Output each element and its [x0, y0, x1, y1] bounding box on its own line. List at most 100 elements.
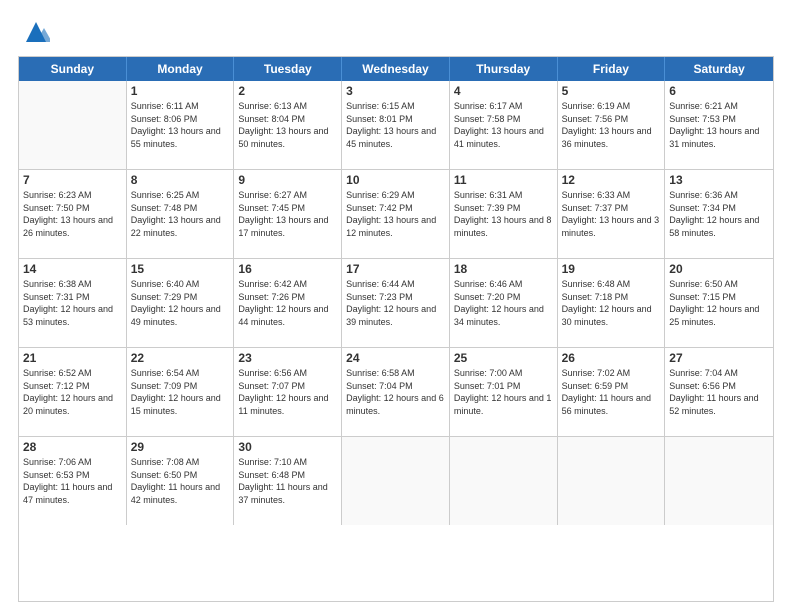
cell-info: Sunrise: 6:13 AMSunset: 8:04 PMDaylight:…: [238, 100, 337, 150]
calendar-cell: 26 Sunrise: 7:02 AMSunset: 6:59 PMDayligh…: [558, 348, 666, 436]
day-number: 26: [562, 351, 661, 365]
cell-info: Sunrise: 7:04 AMSunset: 6:56 PMDaylight:…: [669, 367, 769, 417]
day-number: 6: [669, 84, 769, 98]
day-number: 13: [669, 173, 769, 187]
calendar-cell: [450, 437, 558, 525]
day-number: 19: [562, 262, 661, 276]
calendar-cell: 23 Sunrise: 6:56 AMSunset: 7:07 PMDayligh…: [234, 348, 342, 436]
cell-info: Sunrise: 6:56 AMSunset: 7:07 PMDaylight:…: [238, 367, 337, 417]
day-number: 16: [238, 262, 337, 276]
calendar-cell: 12Sunrise: 6:33 AMSunset: 7:37 PMDayligh…: [558, 170, 666, 258]
calendar-row: 21 Sunrise: 6:52 AMSunset: 7:12 PMDayligh…: [19, 348, 773, 437]
cell-info: Sunrise: 6:21 AMSunset: 7:53 PMDaylight:…: [669, 100, 769, 150]
calendar-cell: 5Sunrise: 6:19 AMSunset: 7:56 PMDaylight…: [558, 81, 666, 169]
day-number: 4: [454, 84, 553, 98]
calendar-cell: 30 Sunrise: 7:10 AMSunset: 6:48 PMDayligh…: [234, 437, 342, 525]
cell-info: Sunrise: 6:17 AMSunset: 7:58 PMDaylight:…: [454, 100, 553, 150]
calendar-cell: 4 Sunrise: 6:17 AMSunset: 7:58 PMDaylight…: [450, 81, 558, 169]
calendar-cell: 20Sunrise: 6:50 AMSunset: 7:15 PMDayligh…: [665, 259, 773, 347]
calendar-cell: 19 Sunrise: 6:48 AMSunset: 7:18 PMDayligh…: [558, 259, 666, 347]
cell-info: Sunrise: 6:46 AMSunset: 7:20 PMDaylight:…: [454, 278, 553, 328]
calendar-cell: 22 Sunrise: 6:54 AMSunset: 7:09 PMDayligh…: [127, 348, 235, 436]
day-number: 11: [454, 173, 553, 187]
day-number: 9: [238, 173, 337, 187]
cell-info: Sunrise: 6:19 AMSunset: 7:56 PMDaylight:…: [562, 100, 661, 150]
cell-info: Sunrise: 7:08 AMSunset: 6:50 PMDaylight:…: [131, 456, 230, 506]
day-number: 10: [346, 173, 445, 187]
cell-info: Sunrise: 7:02 AMSunset: 6:59 PMDaylight:…: [562, 367, 661, 417]
calendar-cell: 11 Sunrise: 6:31 AMSunset: 7:39 PMDayligh…: [450, 170, 558, 258]
calendar-row: 14 Sunrise: 6:38 AMSunset: 7:31 PMDayligh…: [19, 259, 773, 348]
calendar-cell: 15 Sunrise: 6:40 AMSunset: 7:29 PMDayligh…: [127, 259, 235, 347]
day-number: 1: [131, 84, 230, 98]
cell-info: Sunrise: 7:10 AMSunset: 6:48 PMDaylight:…: [238, 456, 337, 506]
cell-info: Sunrise: 6:33 AMSunset: 7:37 PMDaylight:…: [562, 189, 661, 239]
day-number: 23: [238, 351, 337, 365]
calendar-cell: 6 Sunrise: 6:21 AMSunset: 7:53 PMDaylight…: [665, 81, 773, 169]
cell-info: Sunrise: 6:31 AMSunset: 7:39 PMDaylight:…: [454, 189, 553, 239]
cell-info: Sunrise: 6:54 AMSunset: 7:09 PMDaylight:…: [131, 367, 230, 417]
calendar-cell: 2 Sunrise: 6:13 AMSunset: 8:04 PMDaylight…: [234, 81, 342, 169]
day-number: 14: [23, 262, 122, 276]
day-number: 29: [131, 440, 230, 454]
calendar: SundayMondayTuesdayWednesdayThursdayFrid…: [18, 56, 774, 602]
calendar-cell: [342, 437, 450, 525]
calendar-cell: 17Sunrise: 6:44 AMSunset: 7:23 PMDayligh…: [342, 259, 450, 347]
header-day: Friday: [558, 57, 666, 81]
calendar-cell: 21 Sunrise: 6:52 AMSunset: 7:12 PMDayligh…: [19, 348, 127, 436]
cell-info: Sunrise: 6:29 AMSunset: 7:42 PMDaylight:…: [346, 189, 445, 239]
calendar-cell: 25 Sunrise: 7:00 AMSunset: 7:01 PMDayligh…: [450, 348, 558, 436]
cell-info: Sunrise: 6:38 AMSunset: 7:31 PMDaylight:…: [23, 278, 122, 328]
calendar-cell: 24 Sunrise: 6:58 AMSunset: 7:04 PMDayligh…: [342, 348, 450, 436]
calendar-cell: [19, 81, 127, 169]
cell-info: Sunrise: 6:58 AMSunset: 7:04 PMDaylight:…: [346, 367, 445, 417]
calendar-cell: [558, 437, 666, 525]
cell-info: Sunrise: 6:23 AMSunset: 7:50 PMDaylight:…: [23, 189, 122, 239]
calendar-cell: 8Sunrise: 6:25 AMSunset: 7:48 PMDaylight…: [127, 170, 235, 258]
calendar-cell: [665, 437, 773, 525]
header-day: Monday: [127, 57, 235, 81]
calendar-cell: 3Sunrise: 6:15 AMSunset: 8:01 PMDaylight…: [342, 81, 450, 169]
header-day: Wednesday: [342, 57, 450, 81]
cell-info: Sunrise: 7:00 AMSunset: 7:01 PMDaylight:…: [454, 367, 553, 417]
header: [18, 18, 774, 46]
logo: [18, 18, 50, 46]
day-number: 2: [238, 84, 337, 98]
calendar-cell: 7Sunrise: 6:23 AMSunset: 7:50 PMDaylight…: [19, 170, 127, 258]
calendar-body: 1 Sunrise: 6:11 AMSunset: 8:06 PMDaylight…: [19, 81, 773, 525]
cell-info: Sunrise: 6:42 AMSunset: 7:26 PMDaylight:…: [238, 278, 337, 328]
header-day: Sunday: [19, 57, 127, 81]
calendar-cell: 13Sunrise: 6:36 AMSunset: 7:34 PMDayligh…: [665, 170, 773, 258]
cell-info: Sunrise: 6:25 AMSunset: 7:48 PMDaylight:…: [131, 189, 230, 239]
calendar-row: 7Sunrise: 6:23 AMSunset: 7:50 PMDaylight…: [19, 170, 773, 259]
header-day: Saturday: [665, 57, 773, 81]
cell-info: Sunrise: 6:48 AMSunset: 7:18 PMDaylight:…: [562, 278, 661, 328]
day-number: 18: [454, 262, 553, 276]
cell-info: Sunrise: 6:15 AMSunset: 8:01 PMDaylight:…: [346, 100, 445, 150]
calendar-cell: 14 Sunrise: 6:38 AMSunset: 7:31 PMDayligh…: [19, 259, 127, 347]
day-number: 24: [346, 351, 445, 365]
calendar-cell: 9Sunrise: 6:27 AMSunset: 7:45 PMDaylight…: [234, 170, 342, 258]
day-number: 22: [131, 351, 230, 365]
header-day: Thursday: [450, 57, 558, 81]
calendar-cell: 10 Sunrise: 6:29 AMSunset: 7:42 PMDayligh…: [342, 170, 450, 258]
calendar-row: 1 Sunrise: 6:11 AMSunset: 8:06 PMDaylight…: [19, 81, 773, 170]
logo-icon: [22, 18, 50, 46]
day-number: 28: [23, 440, 122, 454]
day-number: 21: [23, 351, 122, 365]
calendar-cell: 1 Sunrise: 6:11 AMSunset: 8:06 PMDaylight…: [127, 81, 235, 169]
cell-info: Sunrise: 6:52 AMSunset: 7:12 PMDaylight:…: [23, 367, 122, 417]
cell-info: Sunrise: 6:40 AMSunset: 7:29 PMDaylight:…: [131, 278, 230, 328]
cell-info: Sunrise: 6:11 AMSunset: 8:06 PMDaylight:…: [131, 100, 230, 150]
calendar-cell: 18 Sunrise: 6:46 AMSunset: 7:20 PMDayligh…: [450, 259, 558, 347]
cell-info: Sunrise: 7:06 AMSunset: 6:53 PMDaylight:…: [23, 456, 122, 506]
cell-info: Sunrise: 6:44 AMSunset: 7:23 PMDaylight:…: [346, 278, 445, 328]
calendar-header: SundayMondayTuesdayWednesdayThursdayFrid…: [19, 57, 773, 81]
calendar-cell: 27 Sunrise: 7:04 AMSunset: 6:56 PMDayligh…: [665, 348, 773, 436]
day-number: 15: [131, 262, 230, 276]
day-number: 27: [669, 351, 769, 365]
calendar-cell: 28 Sunrise: 7:06 AMSunset: 6:53 PMDayligh…: [19, 437, 127, 525]
day-number: 30: [238, 440, 337, 454]
day-number: 25: [454, 351, 553, 365]
calendar-cell: 29 Sunrise: 7:08 AMSunset: 6:50 PMDayligh…: [127, 437, 235, 525]
